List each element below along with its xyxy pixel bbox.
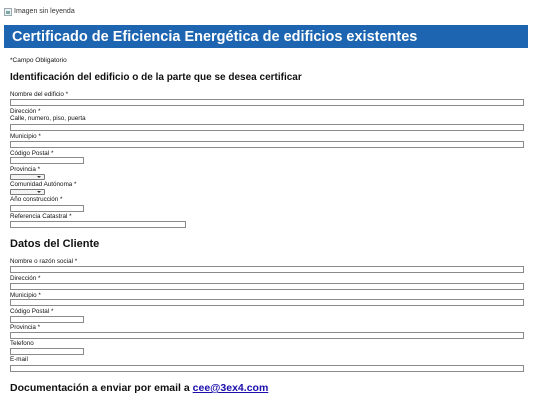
building-address-hint: Calle, numero, piso, puerta <box>10 115 86 122</box>
image-icon <box>4 7 12 16</box>
client-email-input[interactable] <box>10 365 524 372</box>
documentation-text: Documentación a enviar por email a <box>10 382 190 394</box>
building-year-label: Año construcción * <box>10 196 63 203</box>
building-community-select[interactable] <box>10 189 45 195</box>
client-province-label: Provincia * <box>10 324 41 331</box>
client-name-label: Nombre o razón social * <box>10 258 78 265</box>
building-name-label: Nombre del edificio * <box>10 91 69 98</box>
building-community-label: Comunidad Autónoma * <box>10 181 77 188</box>
cadastral-reference-input[interactable] <box>10 221 186 228</box>
client-phone-label: Telefono <box>10 340 34 347</box>
client-address-label: Dirección * <box>10 275 41 282</box>
documentation-title: Documentación a enviar por email a cee@3… <box>10 382 268 394</box>
client-postal-code-input[interactable] <box>10 316 84 323</box>
broken-image: Imagen sin leyenda <box>4 6 75 17</box>
client-address-input[interactable] <box>10 283 524 290</box>
building-postal-code-input[interactable] <box>10 157 84 164</box>
client-email-label: E-mail <box>10 356 28 363</box>
page-title-banner: Certificado de Eficiencia Energética de … <box>4 25 528 48</box>
image-alt-text: Imagen sin leyenda <box>14 8 75 15</box>
client-section-title: Datos del Cliente <box>10 238 100 250</box>
building-municipality-input[interactable] <box>10 141 524 148</box>
client-name-input[interactable] <box>10 266 524 273</box>
client-phone-input[interactable] <box>10 348 84 355</box>
building-municipality-label: Municipio * <box>10 133 41 140</box>
building-name-input[interactable] <box>10 99 524 106</box>
building-year-input[interactable] <box>10 205 84 212</box>
documentation-email-link[interactable]: cee@3ex4.com <box>193 382 269 394</box>
client-municipality-input[interactable] <box>10 299 524 306</box>
client-province-input[interactable] <box>10 332 524 339</box>
building-section-title: Identificación del edificio o de la part… <box>10 72 302 83</box>
cadastral-reference-label: Referencia Catastral * <box>10 213 72 220</box>
required-note: *Campo Obligatorio <box>10 57 67 64</box>
building-province-label: Provincia * <box>10 166 41 173</box>
client-postal-code-label: Código Postal * <box>10 308 54 315</box>
building-province-select[interactable] <box>10 174 45 180</box>
building-address-input[interactable] <box>10 124 524 131</box>
